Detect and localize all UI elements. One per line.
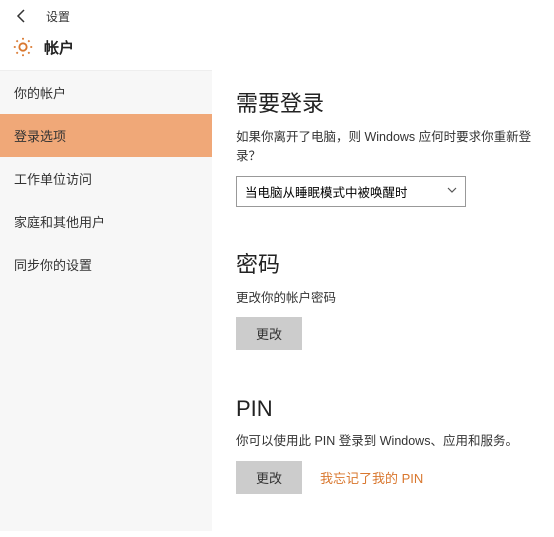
forgot-pin-link[interactable]: 我忘记了我的 PIN (320, 468, 423, 487)
sidebar-item-signin-options[interactable]: 登录选项 (0, 114, 212, 157)
sidebar: 你的帐户 登录选项 工作单位访问 家庭和其他用户 同步你的设置 (0, 70, 212, 531)
change-password-button[interactable]: 更改 (236, 317, 302, 350)
sidebar-item-label: 家庭和其他用户 (14, 215, 105, 230)
sidebar-item-label: 登录选项 (14, 129, 66, 144)
main-panel: 需要登录 如果你离开了电脑，则 Windows 应何时要求你重新登录？ 当电脑从… (212, 70, 554, 531)
sidebar-item-work-access[interactable]: 工作单位访问 (0, 157, 212, 200)
window-title: 设置 (46, 8, 70, 25)
password-heading: 密码 (236, 247, 536, 279)
require-signin-heading: 需要登录 (236, 86, 536, 118)
dropdown-value: 当电脑从睡眠模式中被唤醒时 (245, 182, 408, 201)
require-signin-dropdown[interactable]: 当电脑从睡眠模式中被唤醒时 (236, 176, 466, 207)
sidebar-item-family-users[interactable]: 家庭和其他用户 (0, 200, 212, 243)
sidebar-item-label: 你的帐户 (14, 86, 66, 101)
pin-desc: 你可以使用此 PIN 登录到 Windows、应用和服务。 (236, 432, 536, 451)
back-button[interactable] (8, 2, 36, 30)
titlebar: 设置 (0, 0, 554, 32)
gear-icon (12, 36, 34, 58)
page-header: 帐户 (0, 32, 554, 70)
change-pin-button[interactable]: 更改 (236, 461, 302, 494)
sidebar-item-your-account[interactable]: 你的帐户 (0, 71, 212, 114)
password-desc: 更改你的帐户密码 (236, 289, 536, 308)
chevron-down-icon (447, 185, 457, 198)
pin-heading: PIN (236, 396, 536, 422)
page-title: 帐户 (44, 37, 74, 58)
sidebar-item-label: 同步你的设置 (14, 258, 92, 273)
require-signin-desc: 如果你离开了电脑，则 Windows 应何时要求你重新登录？ (236, 128, 536, 166)
sidebar-item-sync-settings[interactable]: 同步你的设置 (0, 243, 212, 286)
sidebar-item-label: 工作单位访问 (14, 172, 92, 187)
